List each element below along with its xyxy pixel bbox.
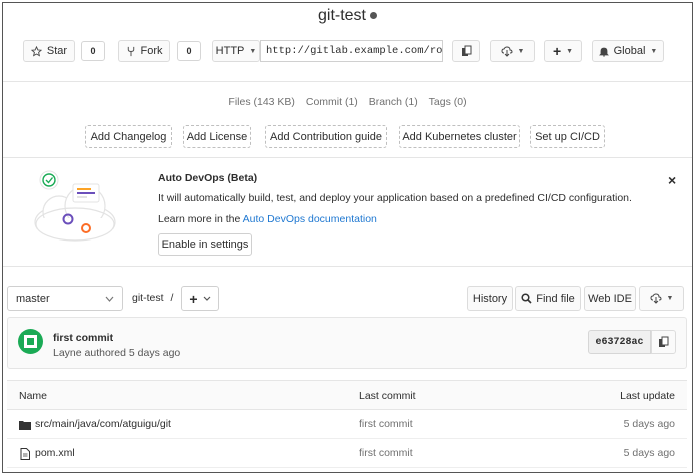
files-stat[interactable]: Files (143 KB) [228, 96, 295, 108]
new-item-dropdown[interactable]: + ▼ [544, 40, 582, 62]
branches-stat[interactable]: Branch (1) [369, 96, 418, 108]
download-icon [501, 45, 513, 57]
clone-protocol-dropdown[interactable]: HTTP ▼ [212, 40, 260, 62]
enable-in-settings-button[interactable]: Enable in settings [158, 233, 252, 256]
chevron-down-icon [105, 296, 114, 302]
file-last-update: 5 days ago [623, 418, 675, 430]
devops-description: It will automatically build, test, and d… [158, 192, 632, 204]
header-last-update: Last update [620, 390, 675, 402]
devops-docs-link[interactable]: Auto DevOps documentation [243, 213, 377, 225]
search-icon [521, 293, 532, 304]
add-contribution-guide-button[interactable]: Add Contribution guide [265, 125, 387, 148]
clipboard-icon [461, 45, 471, 56]
protocol-label: HTTP [215, 45, 245, 57]
web-ide-button[interactable]: Web IDE [584, 286, 636, 311]
file-last-commit[interactable]: first commit [359, 447, 413, 459]
chevron-down-icon: ▼ [249, 47, 257, 55]
clipboard-icon [659, 336, 669, 347]
history-button[interactable]: History [467, 286, 513, 311]
learn-more-prefix: Learn more in the [158, 213, 243, 225]
divider [3, 266, 692, 267]
fork-label: Fork [140, 45, 163, 57]
add-changelog-button[interactable]: Add Changelog [85, 125, 172, 148]
chevron-down-icon: ▼ [650, 47, 658, 55]
table-row[interactable]: src/main/java/com/atguigu/git first comm… [7, 410, 687, 439]
download-dropdown[interactable]: ▼ [490, 40, 535, 62]
devops-learn-more: Learn more in the Auto DevOps documentat… [158, 213, 377, 225]
add-kubernetes-cluster-button[interactable]: Add Kubernetes cluster [399, 125, 520, 148]
set-up-ci-cd-button[interactable]: Set up CI/CD [530, 125, 605, 148]
last-commit-panel: first commit Layne authored 5 days ago e… [7, 317, 687, 369]
find-file-label: Find file [536, 292, 575, 305]
project-name: git-test [317, 7, 366, 24]
tags-stat[interactable]: Tags (0) [429, 96, 467, 108]
commit-author: Layne authored 5 days ago [53, 347, 181, 359]
chevron-down-icon: ▼ [666, 295, 674, 302]
fork-count[interactable]: 0 [177, 41, 201, 61]
file-icon [20, 448, 30, 460]
commits-stat[interactable]: Commit (1) [306, 96, 358, 108]
file-last-update: 5 days ago [623, 447, 675, 459]
project-stats: Files (143 KB) Commit (1) Branch (1) Tag… [3, 96, 692, 108]
header-name: Name [19, 390, 48, 402]
add-to-tree-dropdown[interactable]: + [181, 286, 219, 311]
star-icon [30, 45, 42, 57]
branch-select[interactable]: master [7, 286, 123, 311]
copy-sha-button[interactable] [651, 330, 676, 354]
download-dropdown[interactable]: ▼ [639, 286, 684, 311]
commit-sha[interactable]: e63728ac [588, 330, 651, 354]
public-globe-icon [370, 12, 377, 20]
breadcrumb-project[interactable]: git-test [132, 292, 164, 304]
devops-title: Auto DevOps (Beta) [158, 172, 258, 184]
branch-name: master [16, 292, 50, 305]
star-label: Star [46, 45, 68, 57]
clone-url-input[interactable]: http://gitlab.example.com/roo [260, 40, 443, 62]
fork-icon [127, 46, 134, 56]
fork-button[interactable]: Fork [118, 40, 170, 62]
files-table-header: Name Last commit Last update [7, 380, 687, 410]
file-last-commit[interactable]: first commit [359, 418, 413, 430]
divider [3, 157, 692, 158]
find-file-button[interactable]: Find file [515, 286, 581, 311]
project-title: git-test [3, 7, 692, 25]
project-page: git-test Star 0 Fork 0 HTTP ▼ http://gitl… [2, 2, 693, 473]
notifications-dropdown[interactable]: Global ▼ [592, 40, 664, 62]
header-last-commit: Last commit [359, 390, 416, 402]
add-license-button[interactable]: Add License [183, 125, 251, 148]
divider [3, 81, 692, 82]
file-name[interactable]: src/main/java/com/atguigu/git [35, 418, 171, 430]
chevron-down-icon: ▼ [517, 47, 525, 55]
avatar[interactable] [18, 329, 43, 354]
copy-url-button[interactable] [452, 40, 480, 62]
notifications-label: Global [613, 45, 646, 57]
avatar-pattern-center [27, 338, 34, 345]
plus-icon: + [189, 290, 198, 307]
table-row[interactable]: pom.xml first commit 5 days ago [7, 439, 687, 468]
close-icon[interactable]: × [668, 172, 676, 188]
download-icon [650, 293, 662, 304]
devops-illustration [34, 170, 116, 242]
breadcrumb: git-test / [132, 292, 173, 304]
chevron-down-icon: ▼ [566, 47, 574, 55]
breadcrumb-separator: / [170, 292, 174, 304]
chevron-down-icon [203, 296, 211, 301]
file-name[interactable]: pom.xml [35, 447, 75, 459]
star-button[interactable]: Star [23, 40, 75, 62]
folder-icon [19, 421, 31, 430]
plus-icon: + [552, 43, 562, 59]
bell-icon [598, 47, 609, 56]
star-count[interactable]: 0 [81, 41, 105, 61]
commit-message[interactable]: first commit [53, 332, 113, 344]
